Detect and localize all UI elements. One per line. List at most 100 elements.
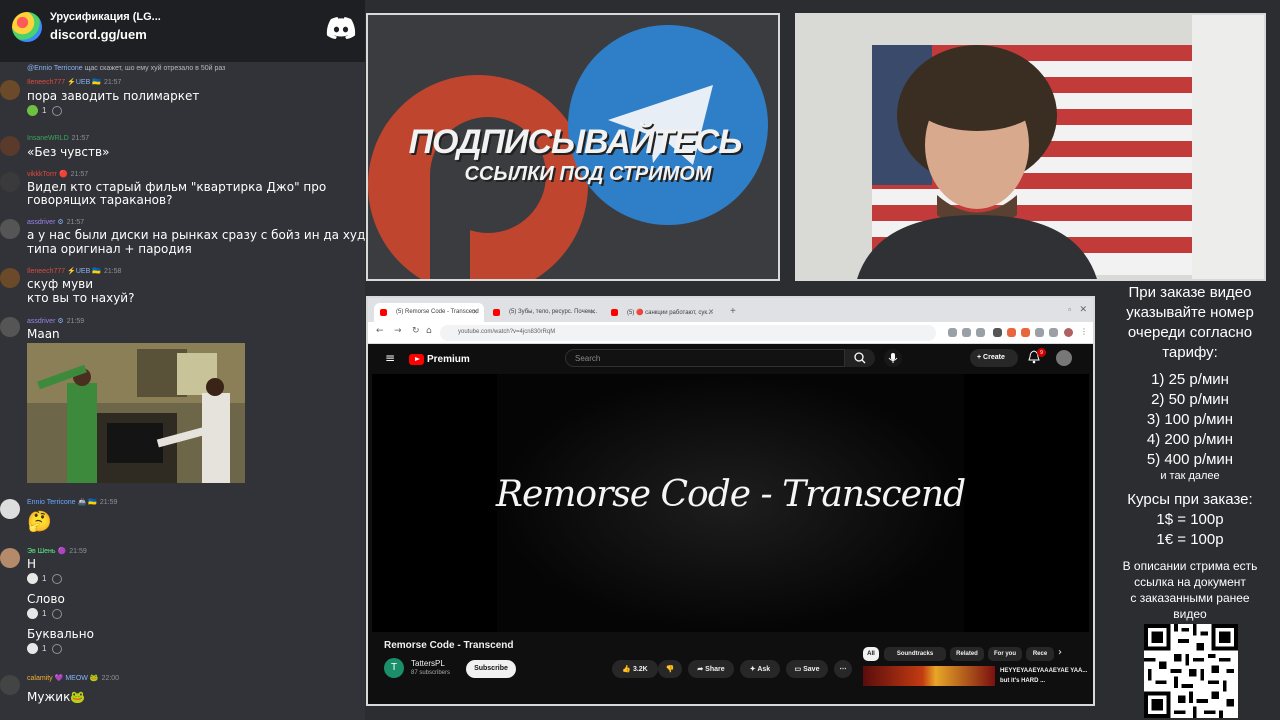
message-text: пора заводить полимаркет — [27, 89, 200, 103]
close-icon[interactable]: ✕ — [590, 308, 596, 316]
recommended-video-thumbnail[interactable] — [863, 666, 995, 686]
save-button[interactable]: ▭ Save — [786, 660, 828, 678]
chip-for-you[interactable]: For you — [988, 647, 1022, 661]
chevron-right-icon[interactable]: › — [1058, 647, 1062, 658]
search-input[interactable]: Search — [565, 349, 845, 367]
rates-title: Курсы при заказе: — [1127, 491, 1253, 508]
add-reaction-icon[interactable] — [52, 573, 63, 584]
subscribe-button[interactable]: Subscribe — [466, 660, 516, 678]
chip-related[interactable]: Related — [950, 647, 984, 661]
chip-recent[interactable]: Rece — [1026, 647, 1054, 661]
username[interactable]: Ileneech777 — [27, 79, 65, 86]
tariff-line: 5) 400 р/мин — [1146, 451, 1234, 468]
browser-menu-icon[interactable]: ⋮ — [1080, 327, 1088, 336]
message-text: типа оригинал + пародия — [27, 242, 192, 256]
extension-icon[interactable] — [1021, 328, 1030, 337]
username[interactable]: Ennio Terricone — [27, 499, 76, 506]
reply-user: @Ennio Terricone — [27, 65, 83, 72]
avatar[interactable] — [0, 136, 20, 156]
server-icon — [12, 12, 42, 42]
reply-preview[interactable]: @Ennio Terricone щас скажет, шо ему хуй … — [27, 65, 225, 72]
chip-all[interactable]: All — [863, 647, 879, 661]
new-tab-icon[interactable]: + — [730, 306, 736, 317]
add-reaction-icon[interactable] — [52, 643, 63, 654]
tab-label: (5) Зубы, тело, ресурс. Почем... — [509, 309, 598, 315]
chip-soundtracks[interactable]: Soundtracks — [884, 647, 946, 661]
thumbs-up-icon: 👍 — [622, 666, 631, 673]
share-button[interactable]: ➦ Share — [688, 660, 734, 678]
bookmark-star-icon[interactable] — [976, 328, 985, 337]
extension-icon[interactable] — [993, 328, 1002, 337]
account-avatar[interactable] — [1056, 350, 1072, 366]
window-close-icon[interactable]: ✕ — [1079, 304, 1087, 315]
more-actions-button[interactable]: ⋯ — [834, 660, 852, 678]
qr-code[interactable] — [1144, 624, 1238, 718]
message-text: Н — [27, 557, 37, 571]
back-arrow-icon[interactable]: ← — [376, 326, 384, 336]
extension-icon[interactable] — [1007, 328, 1016, 337]
username[interactable]: Ileneech777 — [27, 268, 65, 275]
zoom-icon[interactable] — [948, 328, 957, 337]
message-header: Ileneech777 ⚡UEB 🇺🇦 21:57 — [27, 78, 121, 86]
reload-icon[interactable]: ↻ — [412, 326, 420, 336]
message-header: InsaneWRLD 21:57 — [27, 135, 89, 142]
avatar[interactable] — [0, 499, 20, 519]
profile-avatar-icon[interactable] — [1064, 328, 1073, 337]
reaction-bar[interactable]: 1 — [27, 573, 63, 587]
avatar[interactable] — [0, 268, 20, 288]
voice-search-button[interactable] — [884, 349, 902, 367]
share-label: Share — [705, 666, 725, 673]
user-badges: 🟣 — [57, 548, 67, 555]
username[interactable]: calamity — [27, 675, 53, 682]
ask-button[interactable]: ✦ Ask — [740, 660, 780, 678]
avatar[interactable] — [0, 317, 20, 337]
reaction-emoji-icon — [27, 643, 38, 654]
tab-youtube-3[interactable]: (5) 🔴 санкции работают, сук... ✕ — [605, 303, 720, 322]
reaction-emoji-icon — [27, 105, 38, 116]
username[interactable]: Эв Шень — [27, 548, 56, 555]
promo-subheadline: ССЫЛКИ ПОД СТРИМОМ — [464, 163, 712, 185]
save-icon: ▭ — [794, 666, 802, 673]
close-icon[interactable]: ✕ — [472, 308, 478, 316]
tab-youtube-remorse[interactable]: (5) Remorse Code - Transcend ✕ — [374, 303, 484, 322]
avatar[interactable] — [0, 80, 20, 100]
dislike-button[interactable]: 👎 — [658, 660, 682, 678]
sidebar-icon[interactable] — [1049, 328, 1058, 337]
recommended-video-title[interactable]: HEYYEYAAEYAAAEYAE YAA... but it's HARD .… — [1000, 666, 1090, 686]
channel-name[interactable]: TattersPL — [411, 659, 445, 668]
cast-icon[interactable] — [962, 328, 971, 337]
minimize-icon[interactable]: ▫ — [1068, 305, 1071, 314]
username[interactable]: assdriver — [27, 318, 55, 325]
create-button[interactable]: + Create — [970, 349, 1018, 367]
forward-arrow-icon[interactable]: → — [394, 326, 402, 336]
channel-avatar[interactable]: T — [384, 658, 404, 678]
close-icon[interactable]: ✕ — [708, 308, 714, 316]
search-button[interactable] — [845, 349, 875, 367]
username[interactable]: assdriver — [27, 219, 55, 226]
hamburger-menu-icon[interactable]: ≡ — [385, 351, 395, 365]
info-outro-line: с заказанными ранее — [1130, 591, 1250, 605]
reaction-bar[interactable]: 1 — [27, 643, 63, 657]
address-bar[interactable]: youtube.com/watch?v=4jcn830rRqM — [440, 325, 936, 341]
server-invite-link[interactable]: discord.gg/uem — [50, 27, 147, 42]
like-button[interactable]: 👍 3.2K — [612, 660, 658, 678]
video-player[interactable]: Remorse Code - Transcend — [372, 374, 1089, 632]
message-image[interactable] — [27, 343, 245, 483]
reaction-count: 1 — [42, 574, 47, 583]
username[interactable]: InsaneWRLD — [27, 135, 69, 142]
tab-youtube-2[interactable]: (5) Зубы, тело, ресурс. Почем... ✕ — [487, 303, 602, 322]
avatar[interactable] — [0, 675, 20, 695]
avatar[interactable] — [0, 172, 20, 192]
youtube-brand[interactable]: Premium — [427, 354, 470, 365]
add-reaction-icon[interactable] — [52, 608, 63, 619]
chat-panel: Урусификация (LG... discord.gg/uem @Enni… — [0, 0, 365, 720]
youtube-logo-icon[interactable] — [409, 354, 424, 365]
home-icon[interactable]: ⌂ — [426, 326, 432, 336]
username[interactable]: vikkkTorrr — [27, 171, 57, 178]
avatar[interactable] — [0, 548, 20, 568]
puzzle-extensions-icon[interactable] — [1035, 328, 1044, 337]
reaction-bar[interactable]: 1 — [27, 608, 63, 622]
add-reaction-icon[interactable] — [52, 105, 63, 116]
avatar[interactable] — [0, 219, 20, 239]
reaction-bar[interactable]: 1 — [27, 105, 63, 119]
